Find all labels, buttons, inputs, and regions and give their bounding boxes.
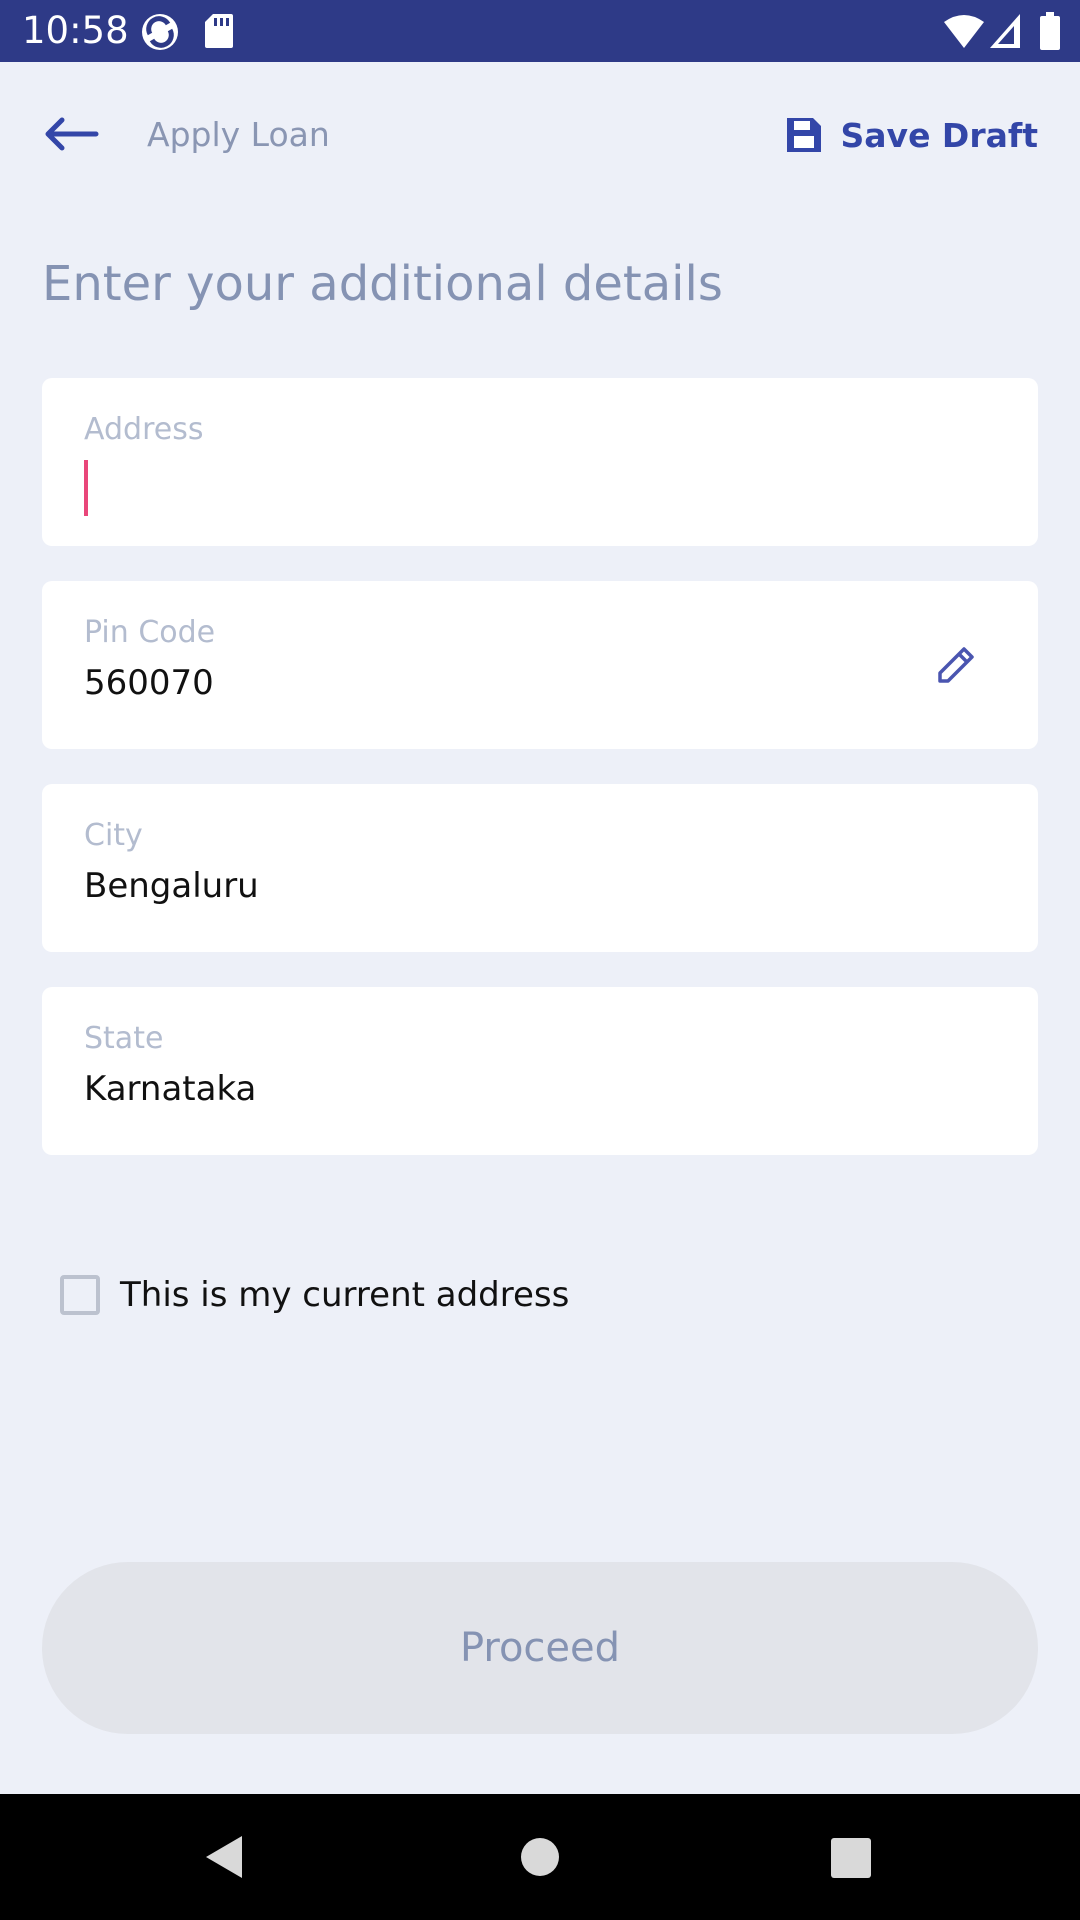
section-heading: Enter your additional details bbox=[42, 256, 723, 312]
proceed-button[interactable]: Proceed bbox=[42, 1562, 1038, 1734]
arrow-left-icon bbox=[45, 117, 99, 151]
state-label: State bbox=[84, 1021, 164, 1056]
status-time: 10:58 bbox=[22, 9, 129, 52]
pin-code-value: 560070 bbox=[84, 663, 214, 703]
recents-square-icon[interactable] bbox=[831, 1838, 871, 1882]
home-circle-icon[interactable] bbox=[520, 1837, 560, 1881]
floppy-disk-icon bbox=[786, 118, 821, 152]
pencil-edit-icon[interactable] bbox=[936, 645, 976, 685]
state-value: Karnataka bbox=[84, 1069, 257, 1109]
pin-code-label: Pin Code bbox=[84, 615, 216, 650]
cell-signal-icon bbox=[990, 14, 1020, 52]
address-label: Address bbox=[84, 412, 204, 447]
back-button[interactable] bbox=[40, 108, 110, 164]
current-address-label: This is my current address bbox=[120, 1275, 570, 1315]
state-field[interactable]: State Karnataka bbox=[42, 987, 1038, 1155]
save-draft-button[interactable]: Save Draft bbox=[785, 110, 1038, 160]
proceed-label: Proceed bbox=[459, 1625, 621, 1671]
battery-icon bbox=[1040, 12, 1060, 54]
address-field[interactable]: Address bbox=[42, 378, 1038, 546]
city-field[interactable]: City Bengaluru bbox=[42, 784, 1038, 952]
save-draft-label: Save Draft bbox=[840, 115, 1038, 155]
city-label: City bbox=[84, 818, 143, 853]
text-caret bbox=[84, 460, 88, 516]
page-title: Apply Loan bbox=[147, 115, 330, 154]
current-address-checkbox[interactable] bbox=[60, 1275, 100, 1315]
back-triangle-icon[interactable] bbox=[204, 1834, 244, 1884]
city-value: Bengaluru bbox=[84, 866, 259, 906]
pin-code-field[interactable]: Pin Code 560070 bbox=[42, 581, 1038, 749]
current-address-checkbox-row[interactable]: This is my current address bbox=[60, 1275, 569, 1315]
system-nav-bar bbox=[0, 1794, 1080, 1920]
sync-app-icon bbox=[140, 12, 180, 56]
wifi-icon bbox=[944, 14, 984, 52]
status-bar: 10:58 bbox=[0, 0, 1080, 62]
sd-card-icon bbox=[205, 14, 233, 52]
